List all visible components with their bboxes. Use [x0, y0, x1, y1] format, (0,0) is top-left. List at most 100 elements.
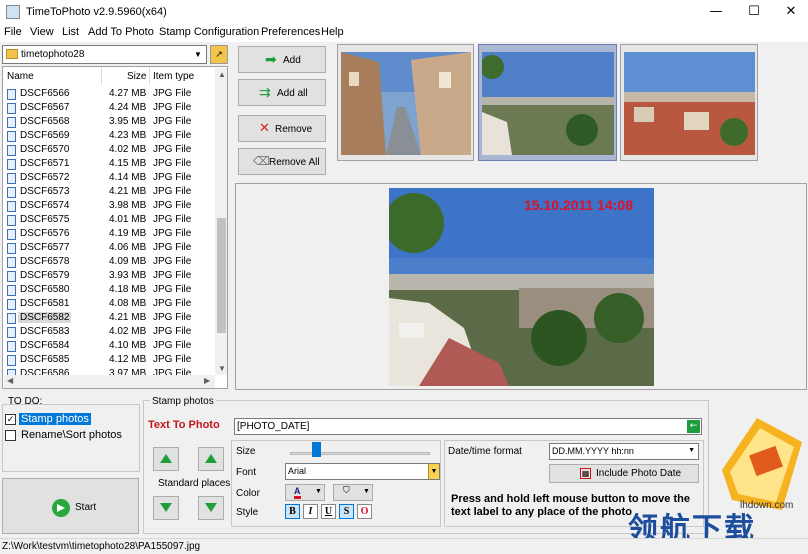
file-row[interactable]: DSCF6573 4.21 MB JPG File	[3, 185, 215, 199]
datetime-format-label: Date/time format	[448, 446, 522, 457]
folder-dropdown[interactable]: timetophoto28 ▼	[2, 45, 207, 64]
place-top-right-button[interactable]	[198, 447, 224, 471]
file-list[interactable]: Name Size Item type DSCF6566 4.27 MB JPG F…	[2, 66, 228, 389]
file-size: 4.09 MB	[109, 256, 147, 267]
stamp-text-label[interactable]: 15.10.2011 14:08	[524, 197, 633, 213]
background-color-button[interactable]: ⛉ ▼	[333, 484, 373, 501]
scroll-right-icon[interactable]: ▶	[204, 376, 210, 385]
file-row[interactable]: DSCF6574 3.98 MB JPG File	[3, 199, 215, 213]
file-row[interactable]: DSCF6569 4.23 MB JPG File	[3, 129, 215, 143]
chevron-down-icon[interactable]: ▼	[190, 46, 206, 63]
datetime-format-select[interactable]: DD.MM.YYYY hh:nn ▼	[549, 443, 699, 460]
remove-icon: ✕	[259, 121, 270, 136]
remove-button[interactable]: ✕ Remove	[238, 115, 326, 142]
scroll-down-icon[interactable]: ▼	[218, 364, 226, 373]
close-button[interactable]: ✕	[768, 0, 808, 24]
place-bottom-left-button[interactable]	[153, 496, 179, 520]
arrow-up-icon	[205, 454, 217, 463]
underline-button[interactable]: U	[321, 504, 336, 519]
shadow-button[interactable]: S	[339, 504, 354, 519]
file-row[interactable]: DSCF6579 3.93 MB JPG File	[3, 269, 215, 283]
file-type: JPG File	[153, 242, 192, 253]
file-type: JPG File	[153, 354, 192, 365]
remove-all-button[interactable]: ⌫ Remove All	[238, 148, 326, 175]
jpg-file-icon	[7, 145, 16, 156]
column-header-size[interactable]: Size	[127, 71, 146, 82]
include-photo-date-button[interactable]: ▦ Include Photo Date	[549, 464, 699, 483]
file-row[interactable]: DSCF6585 4.12 MB JPG File	[3, 353, 215, 367]
size-label: Size	[236, 446, 256, 457]
chevron-down-icon[interactable]: ▼	[428, 464, 439, 479]
menu-stamp-configuration[interactable]: Stamp Configuration	[159, 26, 259, 38]
jpg-file-icon	[7, 271, 16, 282]
menu-file[interactable]: File	[4, 26, 22, 38]
stamp-text-input[interactable]: [PHOTO_DATE] ←	[234, 418, 702, 435]
file-row[interactable]: DSCF6582 4.21 MB JPG File	[3, 311, 215, 325]
outline-button[interactable]: O	[357, 504, 372, 519]
menu-list[interactable]: List	[62, 26, 79, 38]
file-row[interactable]: DSCF6575 4.01 MB JPG File	[3, 213, 215, 227]
start-button[interactable]: Start	[2, 478, 139, 534]
bold-button[interactable]: B	[285, 504, 300, 519]
file-row[interactable]: DSCF6578 4.09 MB JPG File	[3, 255, 215, 269]
file-size: 4.27 MB	[109, 88, 147, 99]
photo-preview[interactable]: 15.10.2011 14:08	[235, 183, 807, 390]
file-name: DSCF6582	[18, 312, 72, 323]
file-row[interactable]: DSCF6570 4.02 MB JPG File	[3, 143, 215, 157]
add-button[interactable]: ➡ Add	[238, 46, 326, 73]
horizontal-scrollbar[interactable]: ◀ ▶	[4, 375, 215, 388]
menu-view[interactable]: View	[30, 26, 54, 38]
scroll-thumb[interactable]	[217, 218, 226, 333]
column-header-type[interactable]: Item type	[153, 71, 194, 82]
insert-tag-icon[interactable]: ←	[687, 420, 700, 433]
menu-preferences[interactable]: Preferences	[261, 26, 320, 38]
italic-button[interactable]: I	[303, 504, 318, 519]
font-color-button[interactable]: A ▼	[285, 484, 325, 501]
thumbnail-image	[482, 52, 614, 155]
checkbox-stamp-photos[interactable]: ✓	[5, 414, 16, 425]
font-select[interactable]: Arial ▼	[285, 463, 440, 480]
file-row[interactable]: DSCF6580 4.18 MB JPG File	[3, 283, 215, 297]
chevron-down-icon[interactable]: ▼	[688, 447, 695, 454]
todo-rename-sort[interactable]: Rename\Sort photos	[5, 429, 131, 444]
file-name: DSCF6567	[20, 102, 70, 113]
file-row[interactable]: DSCF6581 4.08 MB JPG File	[3, 297, 215, 311]
file-row[interactable]: DSCF6572 4.14 MB JPG File	[3, 171, 215, 185]
file-row[interactable]: DSCF6571 4.15 MB JPG File	[3, 157, 215, 171]
scroll-left-icon[interactable]: ◀	[7, 376, 13, 385]
thumbnail-1[interactable]	[337, 44, 474, 161]
start-arrow-icon	[52, 499, 70, 517]
file-type: JPG File	[153, 186, 192, 197]
file-type: JPG File	[153, 144, 192, 155]
file-row[interactable]: DSCF6568 3.95 MB JPG File	[3, 115, 215, 129]
file-row[interactable]: DSCF6577 4.06 MB JPG File	[3, 241, 215, 255]
add-all-button[interactable]: ⇉ Add all	[238, 79, 326, 106]
size-slider-thumb[interactable]	[312, 442, 321, 457]
menu-add-to-photo[interactable]: Add To Photo	[88, 26, 154, 38]
place-bottom-right-button[interactable]	[198, 496, 224, 520]
file-size: 3.98 MB	[109, 200, 147, 211]
file-row[interactable]: DSCF6576 4.19 MB JPG File	[3, 227, 215, 241]
todo-stamp-photos[interactable]: ✓ Stamp photos	[5, 413, 131, 428]
thumbnail-3[interactable]	[620, 44, 758, 161]
jpg-file-icon	[7, 103, 16, 114]
file-size: 4.10 MB	[109, 340, 147, 351]
folder-up-icon[interactable]: ↗	[210, 45, 228, 64]
file-row[interactable]: DSCF6567 4.24 MB JPG File	[3, 101, 215, 115]
thumbnail-2-selected[interactable]	[478, 44, 617, 161]
file-row[interactable]: DSCF6584 4.10 MB JPG File	[3, 339, 215, 353]
scroll-up-icon[interactable]: ▲	[218, 70, 226, 79]
checkbox-rename-sort[interactable]	[5, 430, 16, 441]
column-header-name[interactable]: Name	[7, 71, 34, 82]
file-type: JPG File	[153, 298, 192, 309]
folder-name: timetophoto28	[21, 49, 85, 60]
file-name: DSCF6566	[20, 88, 70, 99]
vertical-scrollbar[interactable]: ▲ ▼	[215, 68, 227, 375]
file-row[interactable]: DSCF6583 4.02 MB JPG File	[3, 325, 215, 339]
menu-help[interactable]: Help	[321, 26, 344, 38]
file-row[interactable]: DSCF6566 4.27 MB JPG File	[3, 87, 215, 101]
title-bar: TimeToPhoto v2.9.5960(x64) — ☐ ✕	[0, 0, 808, 24]
place-top-left-button[interactable]	[153, 447, 179, 471]
chevron-down-icon: ▼	[363, 488, 370, 495]
size-slider-track[interactable]	[290, 452, 430, 455]
